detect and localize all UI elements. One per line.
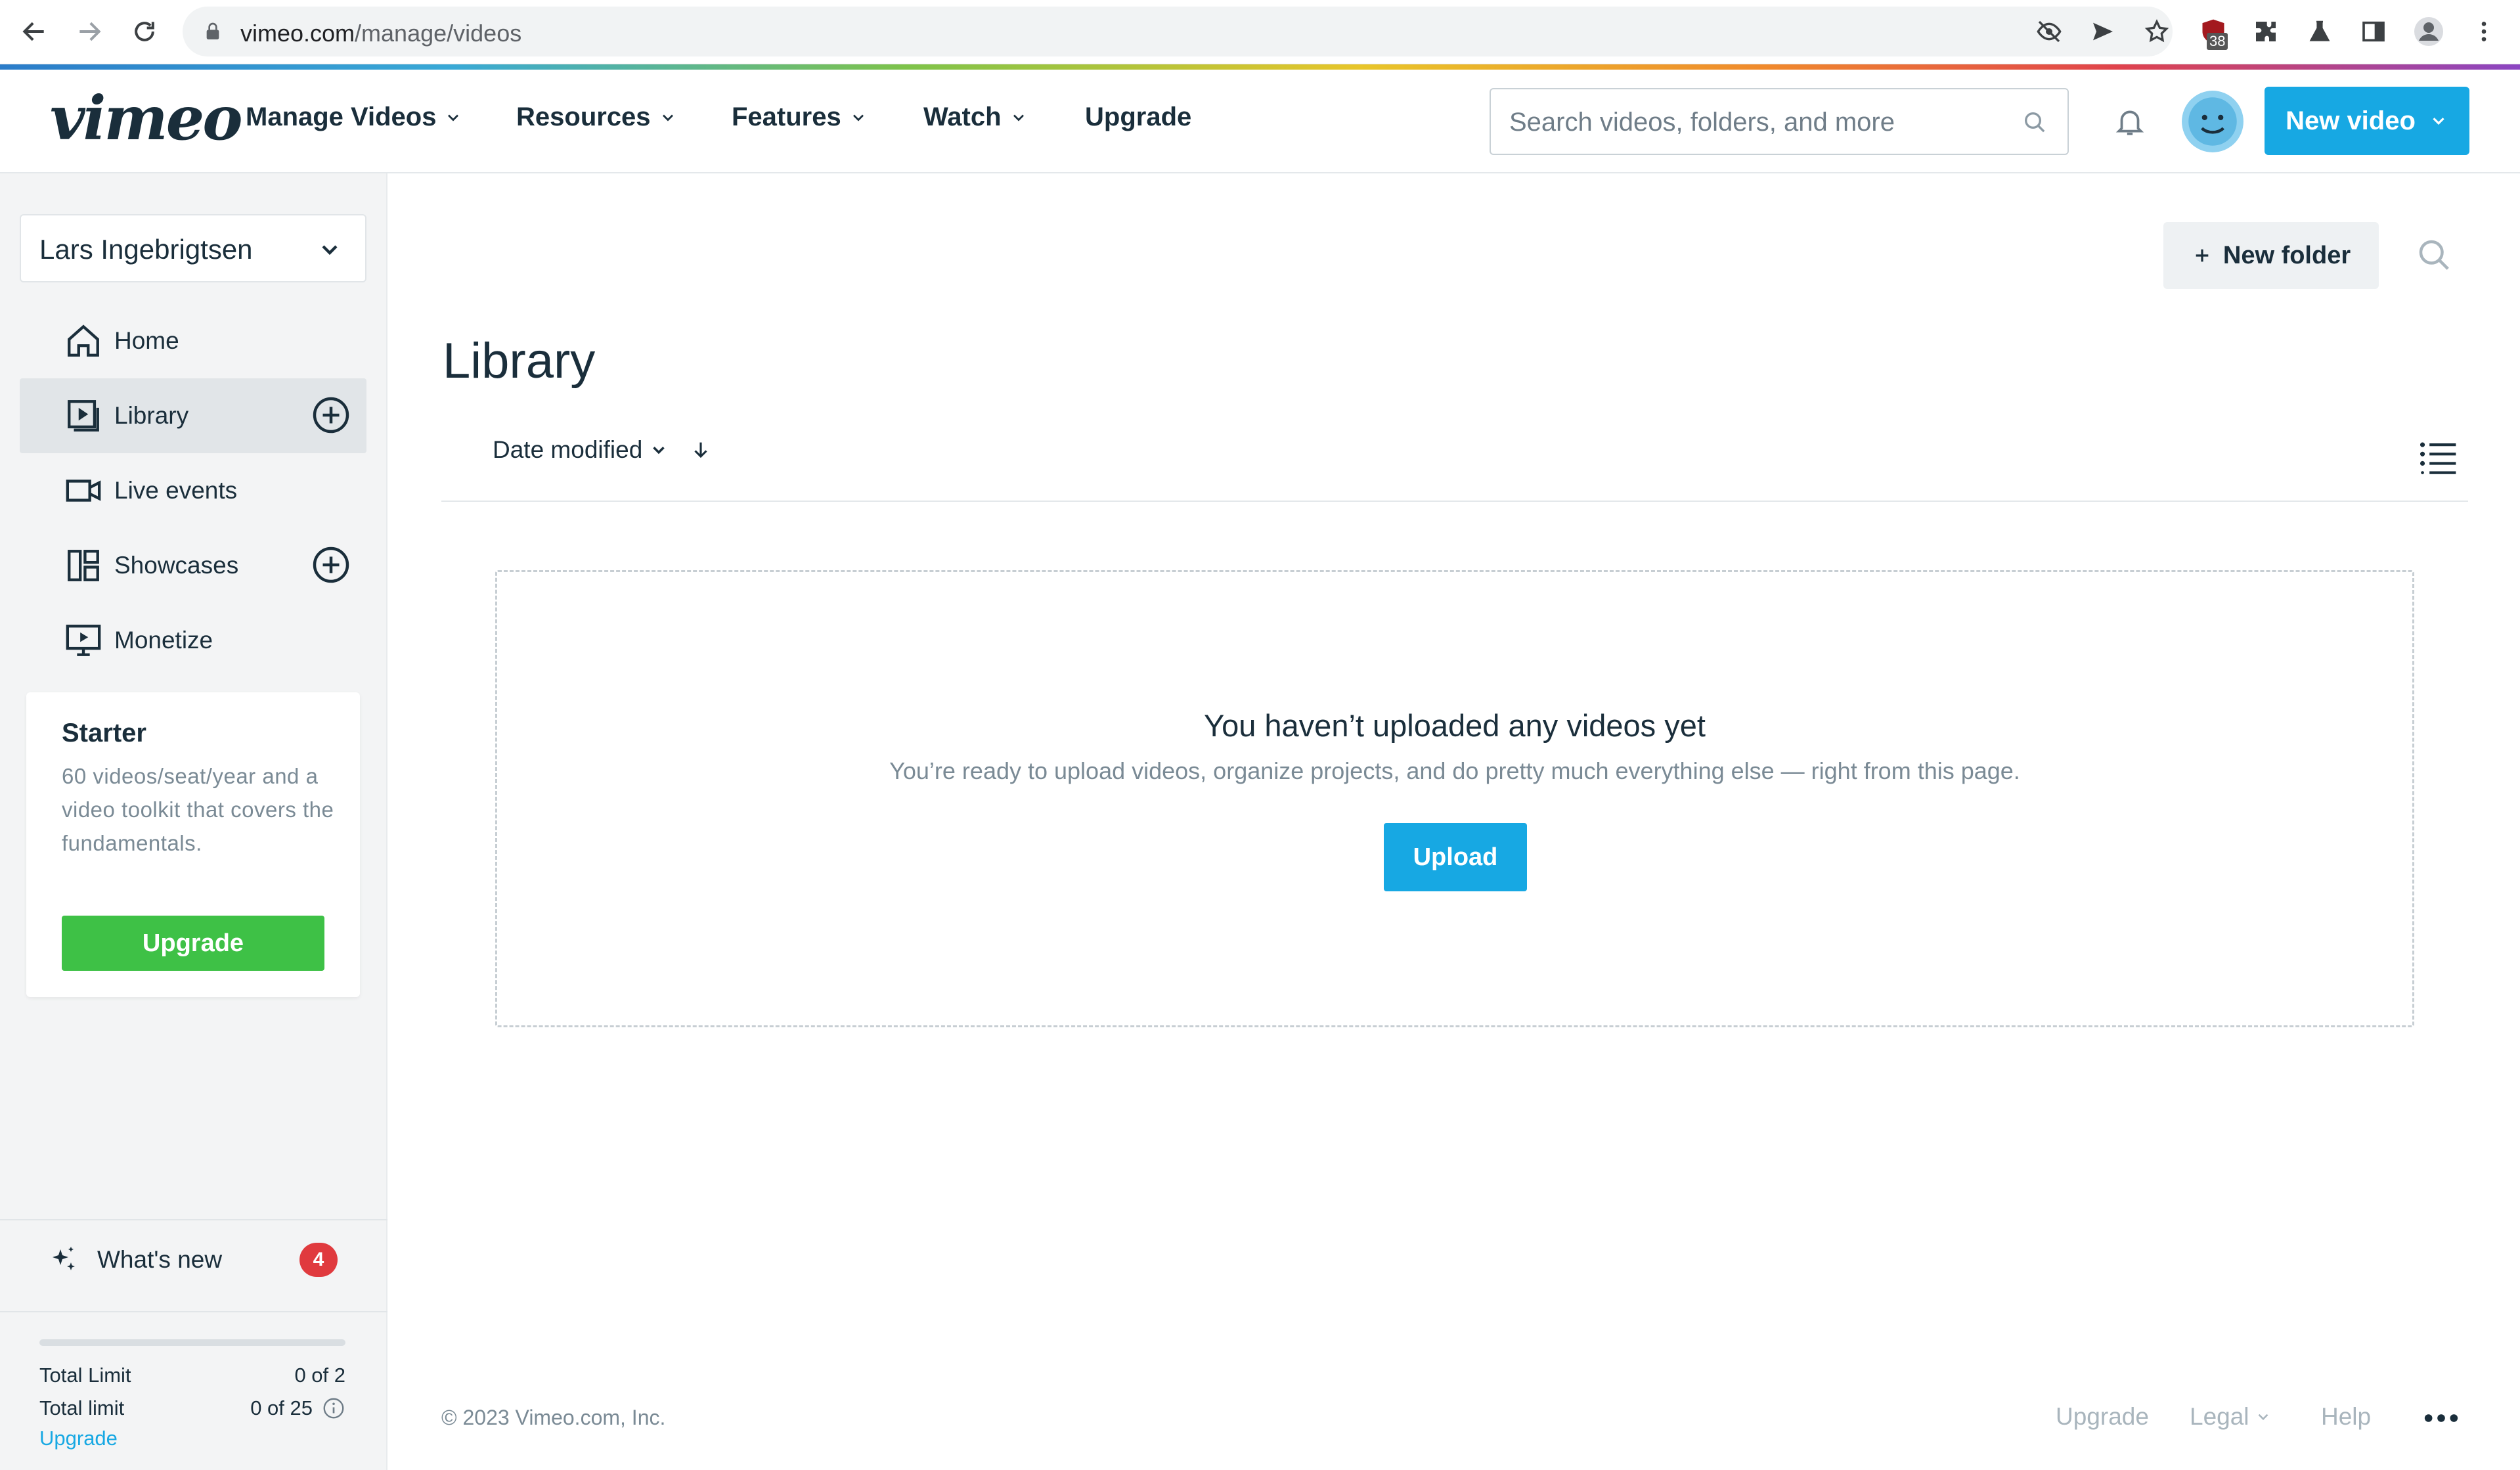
chevron-down-icon[interactable]	[649, 440, 669, 460]
sidepanel-icon[interactable]	[2356, 14, 2391, 49]
forward-icon[interactable]	[72, 14, 106, 49]
monetize-icon	[66, 625, 101, 656]
avatar[interactable]	[2180, 89, 2245, 154]
new-folder-button[interactable]: New folder	[2163, 222, 2379, 289]
sidebar-item-home[interactable]: Home	[20, 303, 366, 378]
nav-upgrade[interactable]: Upgrade	[1085, 102, 1191, 132]
header-search	[1490, 88, 2069, 155]
whats-new-button[interactable]: What's new 4	[47, 1234, 349, 1286]
more-options-icon[interactable]	[2422, 1402, 2460, 1435]
limit-row: Total limit 0 of 25	[39, 1396, 345, 1420]
url-text: vimeo.com/manage/videos	[240, 20, 522, 47]
profile-icon[interactable]	[2412, 14, 2446, 49]
flask-icon[interactable]	[2303, 14, 2337, 49]
send-icon[interactable]	[2086, 14, 2120, 49]
puzzle-icon[interactable]	[2249, 14, 2283, 49]
star-icon[interactable]	[2140, 14, 2174, 49]
page-title: Library	[443, 333, 596, 389]
nav-manage-videos[interactable]: Manage Videos	[246, 102, 462, 132]
footer-upgrade-link[interactable]: Upgrade	[2056, 1403, 2149, 1431]
bell-icon[interactable]	[2113, 104, 2146, 139]
reload-icon[interactable]	[127, 14, 162, 49]
notification-count-badge: 4	[299, 1243, 338, 1277]
chevron-down-icon	[852, 114, 864, 121]
extension-badge: 38	[2207, 33, 2228, 50]
search-input[interactable]	[1509, 104, 2008, 141]
limit-row: Total Limit 0 of 2	[39, 1364, 345, 1387]
ublock-extension-icon[interactable]: 38	[2196, 14, 2230, 50]
sidebar: Lars Ingebrigtsen Home Library Live even…	[0, 173, 387, 1470]
rainbow-strip	[0, 64, 2520, 70]
add-folder-icon[interactable]	[311, 395, 351, 435]
showcase-icon	[68, 550, 99, 581]
footer-help-link[interactable]: Help	[2321, 1403, 2371, 1431]
chevron-down-icon	[448, 114, 459, 121]
upgrade-link[interactable]: Upgrade	[39, 1427, 118, 1450]
lock-icon	[206, 22, 219, 39]
list-view-icon[interactable]	[2418, 440, 2456, 474]
plan-title: Starter	[62, 719, 146, 747]
library-search-icon[interactable]	[2414, 235, 2454, 275]
empty-state-description: You’re ready to upload videos, organize …	[889, 757, 2020, 784]
search-icon[interactable]	[2022, 109, 2048, 135]
chevron-down-icon	[2258, 1414, 2268, 1421]
sort-dropdown[interactable]: Date modified	[493, 436, 642, 464]
info-icon[interactable]	[322, 1396, 345, 1420]
upload-button[interactable]: Upload	[1384, 823, 1527, 891]
back-icon[interactable]	[17, 14, 51, 49]
library-icon	[68, 400, 99, 432]
empty-state-title: You haven’t uploaded any videos yet	[1204, 708, 1706, 743]
nav-watch[interactable]: Watch	[923, 102, 1028, 132]
sidebar-item-live-events[interactable]: Live events	[20, 453, 366, 528]
sidebar-item-showcases[interactable]: Showcases	[20, 528, 366, 603]
video-camera-icon	[66, 479, 101, 502]
vimeo-logo[interactable]: vimeo	[50, 83, 243, 154]
browser-toolbar: vimeo.com/manage/videos 38	[0, 0, 2520, 64]
plus-icon	[2196, 249, 2209, 262]
starter-plan-card: Starter 60 videos/seat/year and a video …	[26, 692, 360, 997]
upload-dropzone[interactable]: You haven’t uploaded any videos yet You’…	[495, 570, 2414, 1027]
divider	[0, 1219, 387, 1220]
add-showcase-icon[interactable]	[311, 545, 351, 585]
kebab-menu-icon[interactable]	[2467, 14, 2501, 49]
divider	[0, 1311, 387, 1312]
sparkle-icon	[53, 1247, 75, 1270]
footer-legal-link[interactable]: Legal	[2190, 1403, 2272, 1431]
sidebar-item-library[interactable]: Library	[20, 378, 366, 453]
address-bar[interactable]: vimeo.com/manage/videos	[183, 7, 2173, 56]
chevron-down-icon	[1013, 114, 1024, 121]
team-name: Lars Ingebrigtsen	[39, 234, 253, 265]
sidebar-item-monetize[interactable]: Monetize	[20, 603, 366, 678]
nav-resources[interactable]: Resources	[516, 102, 677, 132]
usage-progress-bar	[39, 1339, 345, 1346]
site-header: vimeo Manage Videos Resources Features W…	[0, 70, 2520, 173]
plan-description: 60 videos/seat/year and a video toolkit …	[62, 764, 334, 855]
sort-control: Date modified	[493, 436, 712, 464]
arrow-down-icon[interactable]	[690, 437, 712, 462]
chevron-down-icon	[2433, 118, 2444, 125]
chevron-down-icon	[662, 114, 673, 121]
copyright: © 2023 Vimeo.com, Inc.	[441, 1406, 666, 1429]
home-icon	[68, 324, 99, 357]
team-selector[interactable]: Lars Ingebrigtsen	[20, 214, 366, 282]
eye-off-icon[interactable]	[2032, 14, 2066, 49]
upgrade-button[interactable]: Upgrade	[62, 916, 324, 971]
divider	[441, 501, 2468, 502]
new-video-button[interactable]: New video	[2265, 87, 2469, 155]
nav-features[interactable]: Features	[732, 102, 868, 132]
chevron-down-icon	[322, 245, 338, 256]
